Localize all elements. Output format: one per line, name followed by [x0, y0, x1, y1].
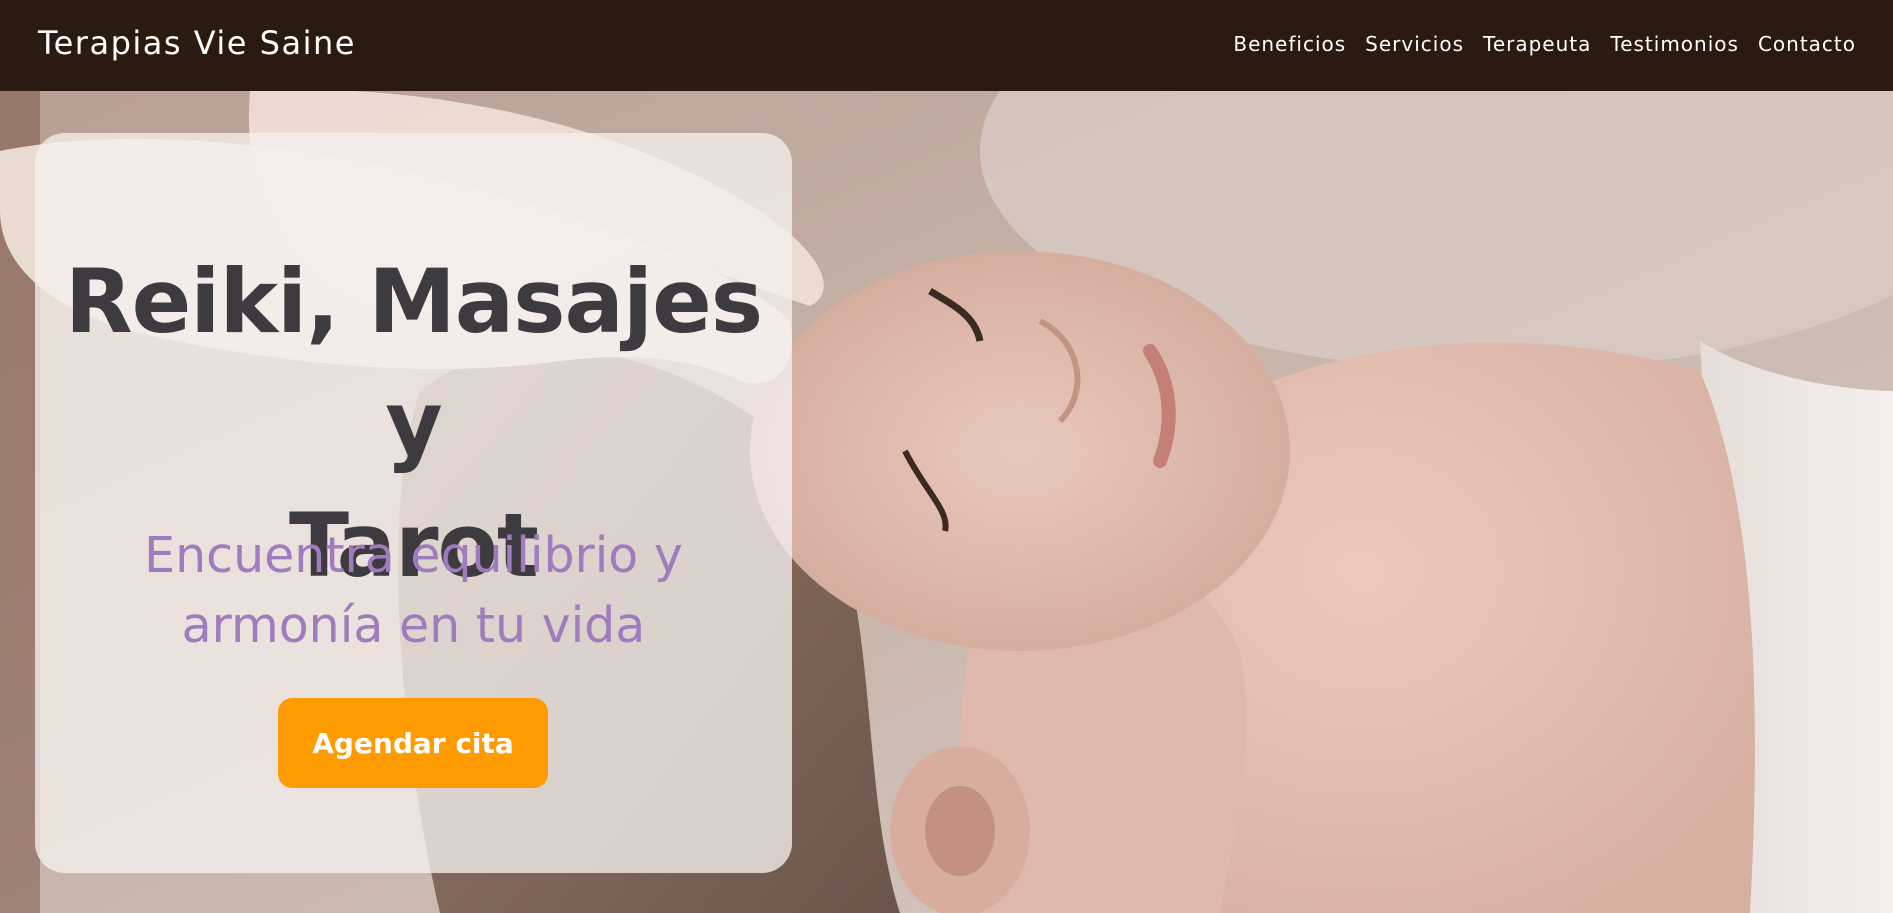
nav-link-testimonios[interactable]: Testimonios	[1610, 32, 1739, 56]
brand-logo-link[interactable]: Terapias Vie Saine	[38, 24, 356, 62]
hero-card: Reiki, Masajes y Tarot Encuentra equilib…	[35, 133, 792, 873]
hero-subtitle-line: Encuentra equilibrio y	[144, 527, 683, 584]
top-navbar: Terapias Vie Saine Beneficios Servicios …	[0, 0, 1893, 91]
nav-link-terapeuta[interactable]: Terapeuta	[1483, 32, 1591, 56]
hero-title-line: Reiki, Masajes y	[64, 250, 763, 475]
landing-page: Terapias Vie Saine Beneficios Servicios …	[0, 0, 1893, 913]
nav-link-beneficios[interactable]: Beneficios	[1233, 32, 1346, 56]
book-appointment-button[interactable]: Agendar cita	[278, 698, 548, 788]
hero-subtitle-line: armonía en tu vida	[181, 597, 646, 654]
main-nav: Beneficios Servicios Terapeuta Testimoni…	[1233, 32, 1856, 56]
hero-subtitle: Encuentra equilibrio y armonía en tu vid…	[35, 521, 792, 661]
nav-link-contacto[interactable]: Contacto	[1758, 32, 1856, 56]
nav-link-servicios[interactable]: Servicios	[1365, 32, 1464, 56]
